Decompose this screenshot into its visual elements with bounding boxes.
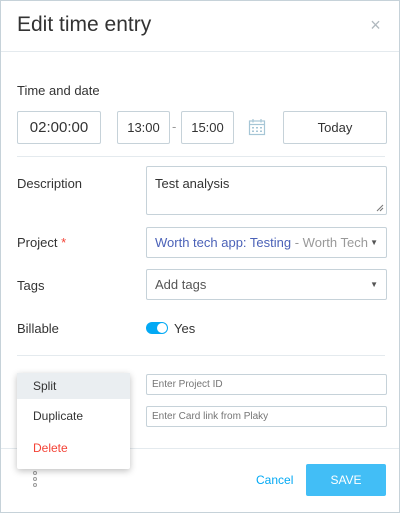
menu-item-delete[interactable]: Delete bbox=[17, 435, 130, 461]
close-icon[interactable]: × bbox=[369, 16, 382, 34]
project-name: Worth tech app: Testing bbox=[155, 235, 292, 250]
card-link-input[interactable] bbox=[146, 406, 387, 427]
project-value: Worth tech app: Testing - Worth Tech bbox=[155, 235, 368, 250]
billable-toggle[interactable] bbox=[146, 322, 168, 334]
more-options-menu: Split Duplicate Delete bbox=[17, 373, 130, 469]
description-label: Description bbox=[17, 176, 83, 191]
toggle-knob bbox=[157, 323, 167, 333]
edit-time-entry-modal: Edit time entry × Time and date 02:00:00… bbox=[0, 0, 400, 513]
menu-item-duplicate[interactable]: Duplicate bbox=[17, 403, 130, 429]
modal-header: Edit time entry × bbox=[1, 1, 399, 52]
menu-item-split[interactable]: Split bbox=[17, 373, 130, 399]
chevron-down-icon: ▼ bbox=[370, 238, 378, 247]
required-mark: * bbox=[61, 235, 67, 250]
project-label: Project * bbox=[17, 235, 66, 250]
description-value: Test analysis bbox=[155, 176, 230, 191]
description-textarea[interactable]: Test analysis bbox=[146, 166, 387, 215]
billable-value: Yes bbox=[174, 321, 196, 336]
project-client: - Worth Tech bbox=[294, 235, 368, 250]
start-time-input[interactable]: 13:00 bbox=[117, 111, 170, 144]
modal-title: Edit time entry bbox=[17, 13, 152, 36]
divider bbox=[17, 355, 385, 356]
project-label-text: Project bbox=[17, 235, 58, 250]
project-select[interactable]: Worth tech app: Testing - Worth Tech ▼ bbox=[146, 227, 387, 258]
more-options-icon[interactable] bbox=[31, 470, 39, 492]
duration-input[interactable]: 02:00:00 bbox=[17, 111, 101, 144]
tags-label: Tags bbox=[17, 278, 45, 293]
resize-handle-icon[interactable] bbox=[376, 204, 384, 212]
end-time-input[interactable]: 15:00 bbox=[181, 111, 234, 144]
project-id-input[interactable] bbox=[146, 374, 387, 395]
time-separator: - bbox=[172, 119, 177, 134]
calendar-icon[interactable] bbox=[248, 118, 266, 136]
chevron-down-icon: ▼ bbox=[370, 280, 378, 289]
cancel-button[interactable]: Cancel bbox=[256, 473, 293, 487]
divider bbox=[17, 156, 385, 157]
tags-select[interactable]: Add tags ▼ bbox=[146, 269, 387, 300]
save-button[interactable]: SAVE bbox=[306, 464, 386, 496]
billable-label: Billable bbox=[17, 321, 59, 336]
tags-placeholder: Add tags bbox=[155, 277, 207, 292]
today-button[interactable]: Today bbox=[283, 111, 387, 144]
time-and-date-label: Time and date bbox=[17, 83, 100, 98]
